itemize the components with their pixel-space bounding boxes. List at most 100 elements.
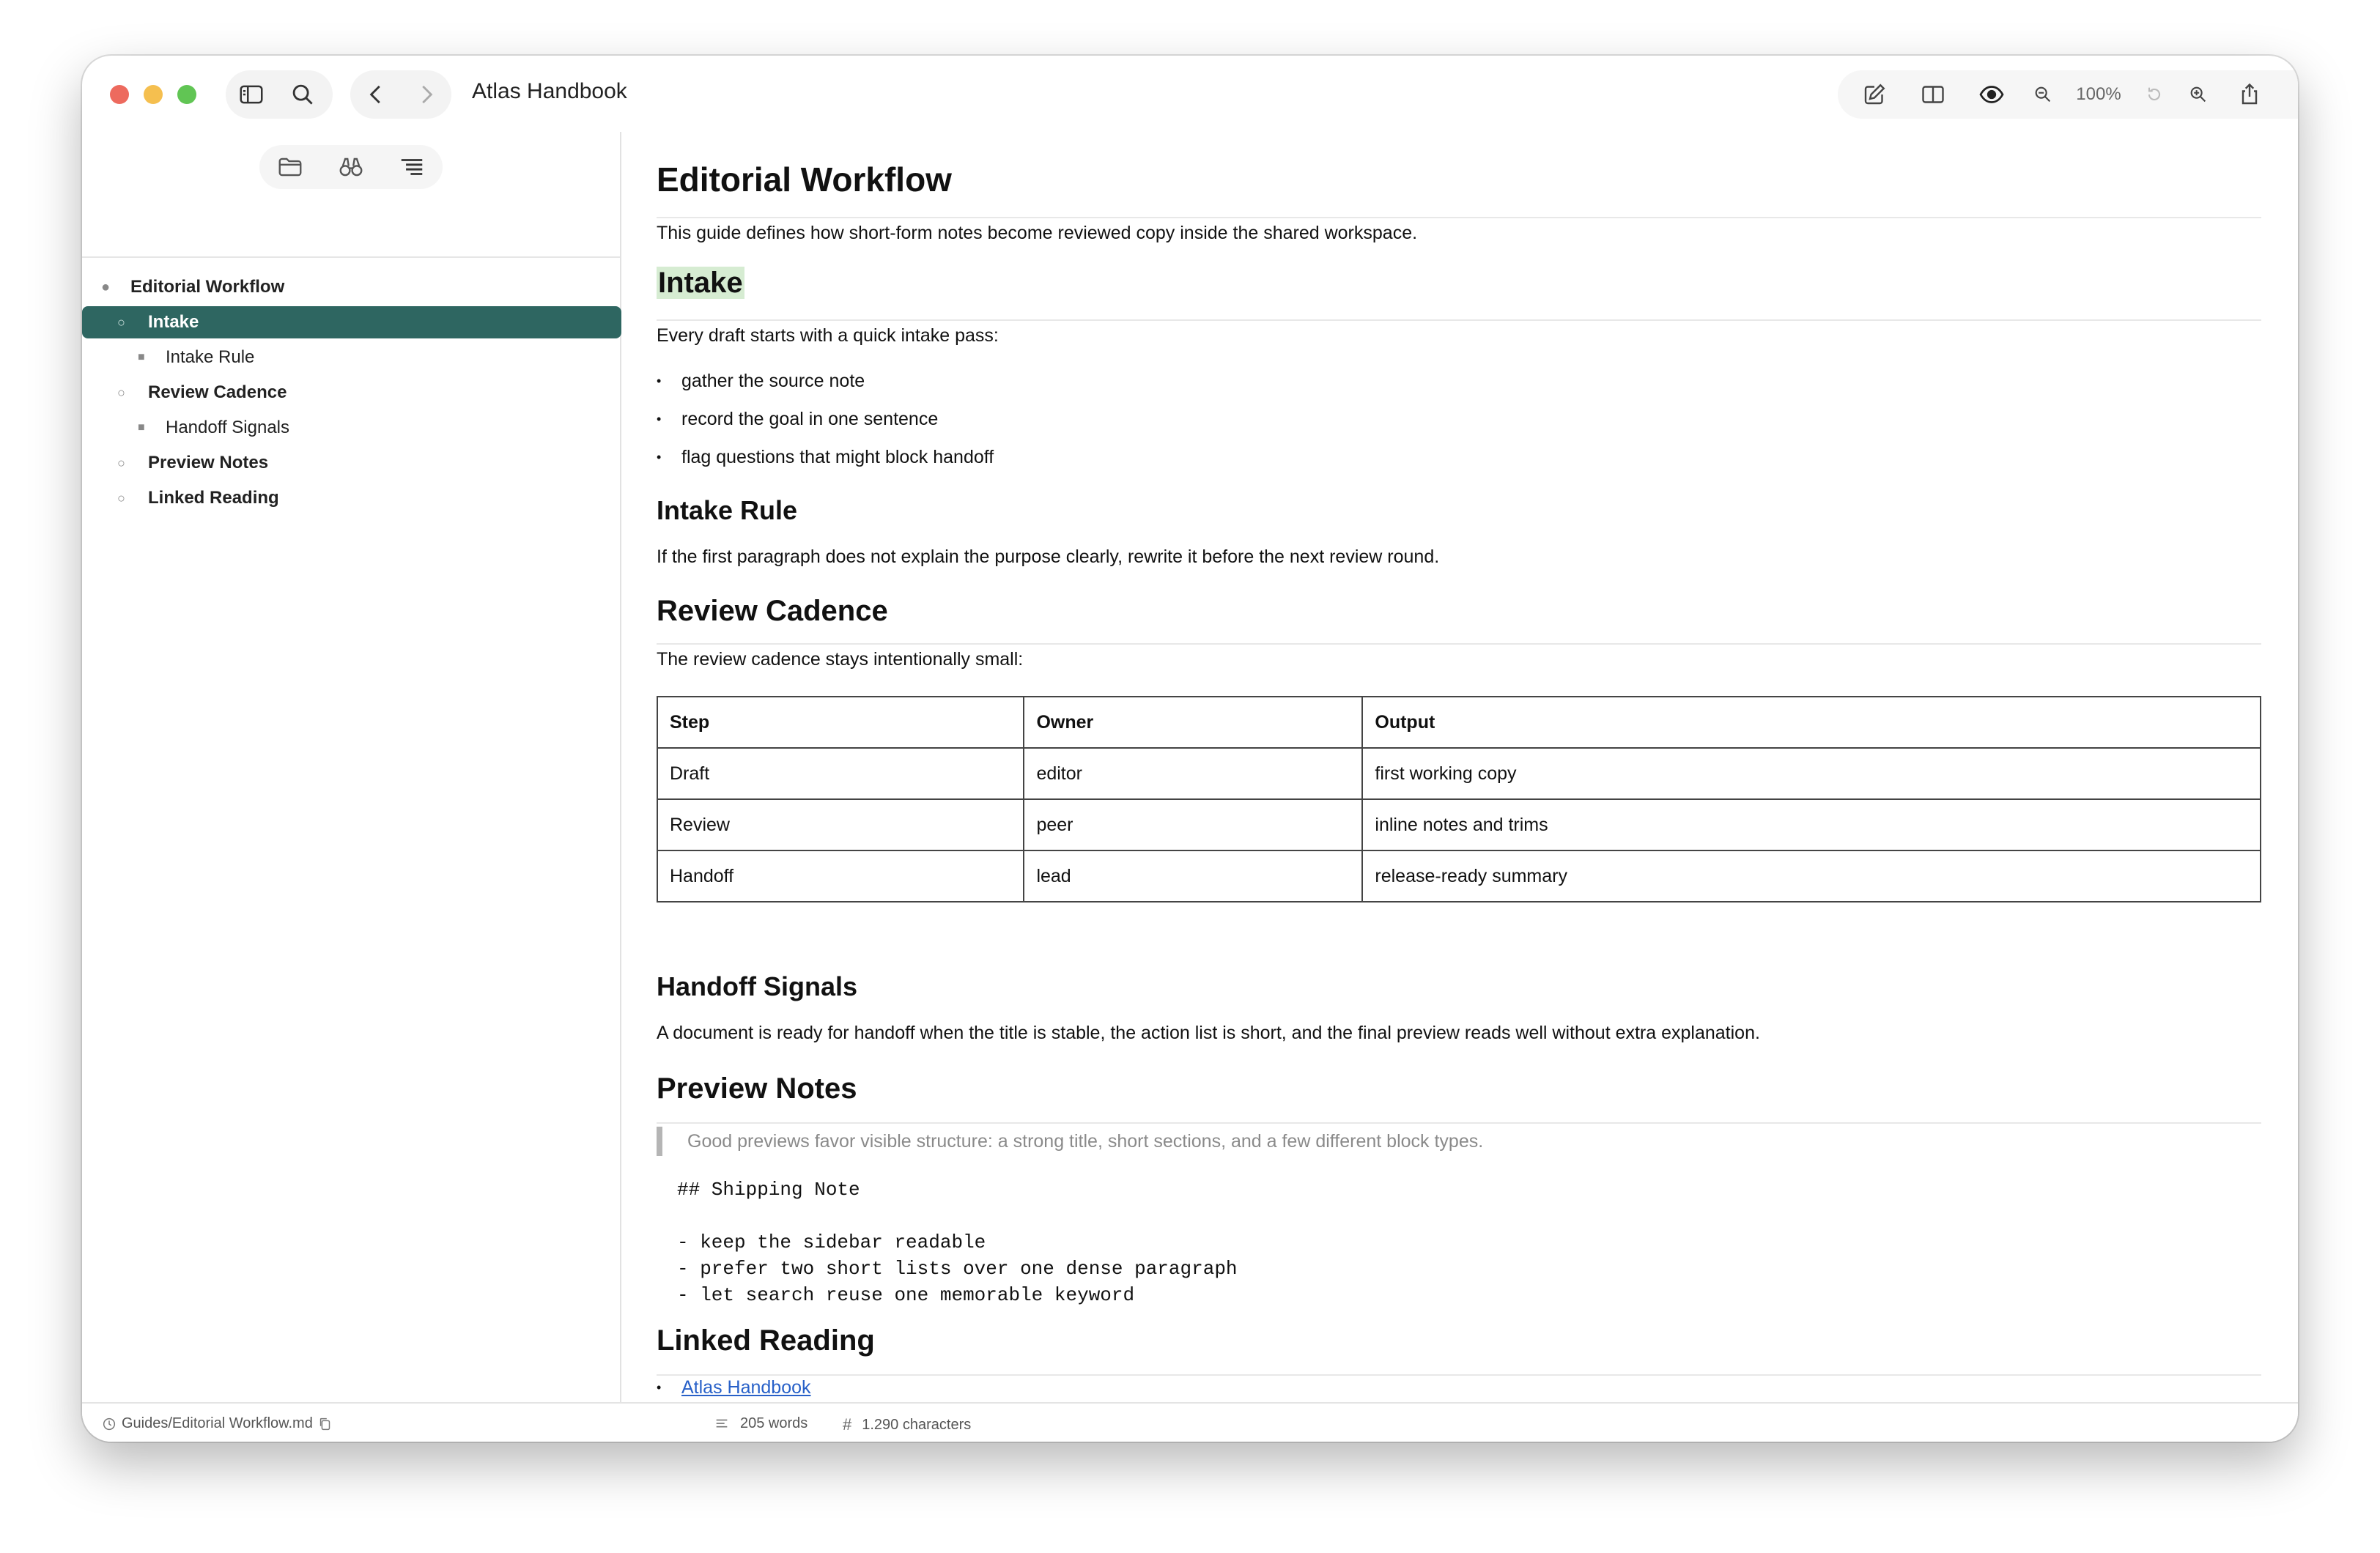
table-cell: first working copy (1361, 747, 2261, 800)
outline-item-label: Handoff Signals (166, 418, 290, 437)
split-view-button[interactable] (1904, 70, 1962, 119)
split-view-icon (1922, 86, 1944, 103)
navigation-group (350, 70, 451, 119)
character-count-text: 1.290 characters (862, 1416, 972, 1433)
file-path[interactable]: Guides/Editorial Workflow.md (101, 1415, 333, 1432)
binoculars-icon[interactable] (337, 153, 365, 181)
table-cell: peer (1023, 798, 1364, 851)
outline-item-intake[interactable]: ○ Intake (82, 306, 621, 338)
heading-preview-notes: Preview Notes (657, 1072, 857, 1105)
outline-item-preview-notes[interactable]: ○ Preview Notes (82, 445, 621, 481)
sidebar: ● Editorial Workflow ○ Intake ■ Intake R… (82, 132, 621, 1402)
blockquote-bar (657, 1127, 662, 1156)
word-count-text: 205 words (740, 1415, 808, 1431)
table-header-row: Step Owner Output (656, 696, 2261, 749)
zoom-in-icon (2190, 86, 2206, 103)
table-row: Review peer inline notes and trims (656, 798, 2261, 851)
review-table: Step Owner Output Draft editor first wor… (656, 696, 2261, 902)
file-path-text: Guides/Editorial Workflow.md (122, 1415, 313, 1431)
character-count: # 1.290 characters (843, 1415, 971, 1434)
outline-bullet-icon: ● (101, 278, 111, 295)
share-icon (2242, 83, 2258, 105)
outline-item-linked-reading[interactable]: ○ Linked Reading (82, 481, 621, 516)
document-preview[interactable]: Editorial Workflow This guide defines ho… (621, 132, 2298, 1402)
search-highlight: Intake (657, 267, 744, 299)
outline-item-label: Intake Rule (166, 347, 255, 367)
outline-item-editorial-workflow[interactable]: ● Editorial Workflow (82, 270, 621, 305)
table-cell: lead (1023, 850, 1364, 902)
section-rule (657, 1122, 2261, 1124)
link-atlas-handbook[interactable]: Atlas Handbook (681, 1377, 811, 1398)
status-bar: Guides/Editorial Workflow.md 205 words #… (82, 1402, 2298, 1442)
edit-button[interactable] (1845, 70, 1904, 119)
outline-item-review-cadence[interactable]: ○ Review Cadence (82, 375, 621, 410)
list-item-text: gather the source note (681, 371, 865, 391)
outline-item-label: Linked Reading (148, 488, 279, 508)
section-rule (657, 319, 2261, 321)
table-row: Draft editor first working copy (656, 747, 2261, 800)
table-header-cell: Step (656, 696, 1025, 749)
folder-icon[interactable] (276, 153, 304, 181)
outline-bullet-icon: ○ (117, 314, 125, 330)
outline-bullet-icon: ○ (117, 490, 125, 505)
blockquote: Good previews favor visible structure: a… (657, 1127, 1483, 1156)
outline-bullet-icon: ■ (138, 351, 145, 363)
sidebar-divider (82, 256, 620, 258)
zoom-in-button[interactable] (2176, 70, 2220, 119)
list-item: • flag questions that might block handoff (657, 447, 994, 467)
heading-review-cadence: Review Cadence (657, 595, 888, 627)
title-bar: Atlas Handbook 100% (82, 56, 2298, 132)
table-cell: Draft (656, 747, 1025, 800)
app-window: Atlas Handbook 100% ● Editorial Workflow… (82, 56, 2298, 1442)
intro-paragraph: This guide defines how short-form notes … (657, 223, 1418, 243)
chevron-right-icon (421, 85, 432, 104)
outline-item-intake-rule[interactable]: ■ Intake Rule (82, 340, 621, 375)
review-lead: The review cadence stays intentionally s… (657, 649, 1024, 670)
copy-icon (319, 1417, 330, 1430)
outline-item-handoff-signals[interactable]: ■ Handoff Signals (82, 410, 621, 445)
forward-button[interactable] (401, 70, 451, 119)
window-title: Atlas Handbook (472, 79, 627, 103)
search-button[interactable] (277, 70, 328, 119)
table-cell: Handoff (656, 850, 1025, 902)
hash-icon: # (843, 1415, 852, 1434)
title-rule (657, 217, 2261, 218)
minimize-window-button[interactable] (144, 85, 163, 104)
close-window-button[interactable] (110, 85, 129, 104)
zoom-level-label: 100% (2076, 84, 2121, 104)
heading-handoff-signals: Handoff Signals (657, 971, 858, 1001)
toggle-sidebar-button[interactable] (226, 70, 277, 119)
blockquote-text: Good previews favor visible structure: a… (687, 1130, 1484, 1152)
table-cell: Review (656, 798, 1025, 851)
text-lines-icon (716, 1419, 728, 1427)
back-button[interactable] (350, 70, 401, 119)
list-item-text: flag questions that might block handoff (681, 447, 994, 467)
code-line: - keep the sidebar readable (677, 1231, 986, 1253)
section-rule (657, 643, 2261, 645)
table-row: Handoff lead release-ready summary (656, 850, 2261, 902)
sidebar-icon (240, 85, 263, 104)
zoom-out-button[interactable] (2021, 70, 2065, 119)
zoom-window-button[interactable] (177, 85, 196, 104)
heading-linked-reading: Linked Reading (657, 1324, 875, 1357)
code-line: - prefer two short lists over one dense … (677, 1258, 1238, 1280)
heading-intake-rule: Intake Rule (657, 495, 798, 525)
document-title: Editorial Workflow (657, 160, 952, 199)
preview-button[interactable] (1962, 70, 2021, 119)
sidebar-tabs (259, 145, 443, 189)
share-button[interactable] (2220, 70, 2279, 119)
reset-zoom-button[interactable] (2132, 70, 2176, 119)
sidebar-search-group (226, 70, 333, 119)
rotate-icon (2148, 87, 2161, 101)
outline-bullet-icon: ○ (117, 385, 125, 400)
eye-icon (1979, 86, 2004, 103)
list-item: • record the goal in one sentence (657, 409, 939, 429)
table-header-cell: Owner (1023, 696, 1364, 749)
outline-bullet-icon: ○ (117, 455, 125, 470)
zoom-out-icon (2035, 86, 2051, 103)
code-block: ## Shipping Note - keep the sidebar reada… (677, 1176, 1238, 1308)
compose-icon (1864, 84, 1885, 105)
intake-rule-text: If the first paragraph does not explain … (657, 546, 1440, 567)
outline-list-icon[interactable] (398, 153, 426, 181)
